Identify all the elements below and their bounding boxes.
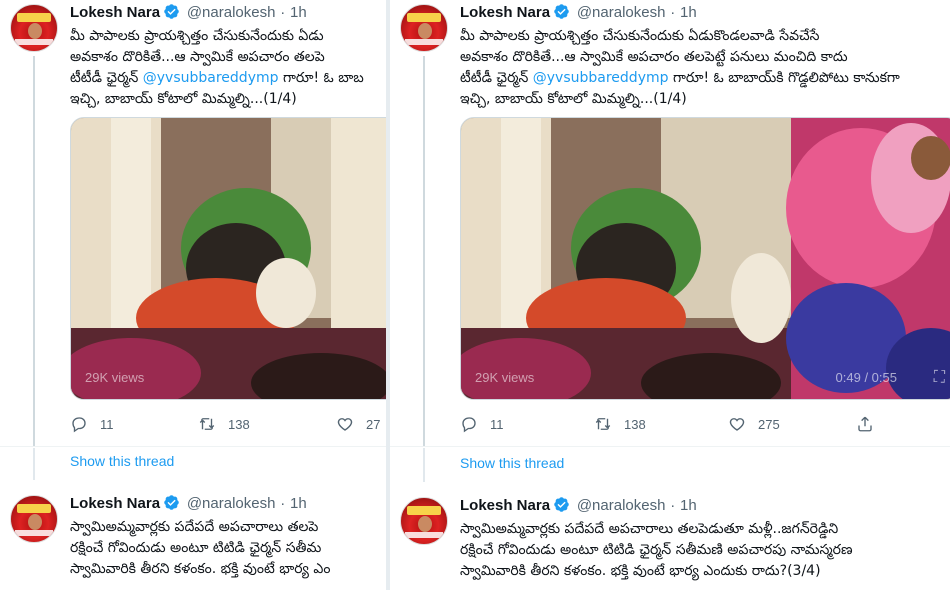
author-name[interactable]: Lokesh Nara (460, 497, 550, 514)
screenshot-canvas: Lokesh Nara @naralokesh · 1h మీ పాపాలకు … (0, 0, 950, 590)
author-handle[interactable]: @naralokesh (187, 4, 276, 21)
tweet-divider (390, 446, 950, 447)
like-count: 27 (366, 416, 381, 432)
tweet-text-line: టీటీడీ ఛైర్మన్ @yvsubbareddymp గారూ! ఓ బ… (70, 68, 386, 89)
tweet-2-right[interactable]: Lokesh Nara @naralokesh · 1h స్వామిఅమ్మవ… (390, 493, 950, 590)
left-tweet-panel: Lokesh Nara @naralokesh · 1h మీ పాపాలకు … (0, 0, 386, 590)
retweet-icon (595, 418, 611, 430)
retweet-icon (199, 418, 215, 430)
tweet-text-line: మీ పాపాలకు ప్రాయశ్చిత్తం చేసుకునేందుకు ఏ… (460, 28, 820, 44)
tweet-1-left[interactable]: Lokesh Nara @naralokesh · 1h మీ పాపాలకు … (0, 0, 386, 446)
like-icon (729, 418, 745, 431)
like-icon (337, 418, 353, 431)
reply-count: 11 (100, 416, 114, 432)
retweet-button[interactable]: 138 (198, 415, 336, 433)
fullscreen-icon[interactable]: ⛶ (934, 367, 945, 387)
mention-link[interactable]: @yvsubbareddymp (143, 70, 279, 86)
reply-icon (462, 417, 476, 433)
thread-connector-line (33, 56, 35, 446)
tweet-actions: 11 138 275 (460, 412, 874, 436)
thread-dots (423, 448, 425, 482)
verified-badge-icon (553, 3, 570, 25)
separator-dot: · (670, 4, 676, 21)
text-fragment: టీటీడీ ఛైర్మన్ (460, 70, 533, 86)
retweet-count: 138 (624, 416, 646, 432)
right-tweet-panel: Lokesh Nara @naralokesh · 1h మీ పాపాలకు … (386, 0, 950, 590)
text-fragment: టీటీడీ ఛైర్మన్ (70, 70, 143, 86)
tweet-header: Lokesh Nara @naralokesh · 1h (70, 2, 307, 25)
separator-dot: · (280, 495, 286, 512)
mention-link[interactable]: @yvsubbareddymp (533, 70, 669, 86)
video-frame (461, 118, 950, 399)
tweet-header: Lokesh Nara @naralokesh · 1h (460, 495, 697, 518)
tweet-text-line: స్వామివారికి తీరని కళంకం. భక్తి వుంటే భా… (460, 563, 821, 579)
author-avatar[interactable] (10, 495, 58, 543)
tweet-text: మీ పాపాలకు ప్రాయశ్చిత్తం చేసుకునేందుకు ఏ… (70, 26, 386, 110)
view-count: 29K views (475, 370, 535, 385)
tweet-time[interactable]: 1h (290, 4, 307, 21)
text-fragment: గారూ! ఓ బాబ (278, 70, 364, 86)
share-icon (858, 416, 872, 432)
tweet-text-line: స్వామివారికి తీరని కళంకం. భక్తి వుంటే భా… (70, 561, 331, 577)
retweet-count: 138 (228, 416, 250, 432)
verified-badge-icon (553, 496, 570, 518)
tweet-text-line: టీటీడీ ఛైర్మన్ @yvsubbareddymp గారూ! ఓ బ… (460, 68, 950, 89)
tweet-time[interactable]: 1h (680, 4, 697, 21)
thread-dots (33, 448, 35, 480)
verified-badge-icon (163, 3, 180, 25)
tweet-text-line: ఇచ్చి, బాబాయ్ కోటాలో మిమ్మల్ని...(1/4) (460, 91, 687, 107)
tweet-text: స్వామిఅమ్మవార్లకు పదేపదే అపచారాలు తలపె ర… (70, 517, 386, 580)
video-player[interactable]: 29K views (70, 117, 386, 400)
author-name[interactable]: Lokesh Nara (460, 4, 550, 21)
separator-dot: · (670, 497, 676, 514)
video-timecode: 0:49 / 0:55 (835, 370, 897, 385)
tweet-text-line: అవకాశం దొరికితే...ఆ స్వామికే అపచారం తలపె… (460, 49, 848, 65)
separator-dot: · (280, 4, 286, 21)
verified-badge-icon (163, 494, 180, 516)
text-fragment: గారూ! ఓ బాబాయ్‌కి గొడ్డలిపోటు కానుకగా (668, 70, 900, 86)
video-player[interactable]: 29K views 0:49 / 0:55 ⛶ (460, 117, 950, 400)
author-avatar[interactable] (400, 497, 448, 545)
reply-count: 11 (490, 416, 504, 432)
share-button[interactable] (856, 415, 874, 433)
author-name[interactable]: Lokesh Nara (70, 4, 160, 21)
tweet-header: Lokesh Nara @naralokesh · 1h (70, 493, 307, 516)
thread-connector-line (423, 56, 425, 446)
tweet-text-line: స్వామిఅమ్మవార్లకు పదేపదే అపచారాలు తలపె (70, 519, 319, 535)
tweet-2-left[interactable]: Lokesh Nara @naralokesh · 1h స్వామిఅమ్మవ… (0, 491, 386, 590)
show-thread-link[interactable]: Show this thread (460, 455, 564, 471)
like-count: 275 (758, 416, 780, 432)
tweet-text-line: అవకాశం దొరికితే...ఆ స్వామికే అపచారం తలపె (70, 49, 325, 65)
retweet-button[interactable]: 138 (594, 415, 728, 433)
reply-button[interactable]: 11 (70, 415, 198, 433)
author-handle[interactable]: @naralokesh (577, 497, 666, 514)
tweet-text-line: రక్షించే గోవిందుడు అంటూ టిటిడి ఛైర్మన్ స… (70, 540, 322, 556)
author-avatar[interactable] (400, 4, 448, 52)
tweet-text: మీ పాపాలకు ప్రాయశ్చిత్తం చేసుకునేందుకు ఏ… (460, 26, 950, 110)
author-name[interactable]: Lokesh Nara (70, 495, 160, 512)
reply-icon (72, 417, 86, 433)
tweet-text-line: మీ పాపాలకు ప్రాయశ్చిత్తం చేసుకునేందుకు ఏ… (70, 28, 324, 44)
author-avatar[interactable] (10, 4, 58, 52)
tweet-text-line: స్వామిఅమ్మవార్లకు పదేపదే అపచారాలు తలపెడు… (460, 521, 839, 537)
author-handle[interactable]: @naralokesh (577, 4, 666, 21)
reply-button[interactable]: 11 (460, 415, 594, 433)
tweet-time[interactable]: 1h (680, 497, 697, 514)
tweet-time[interactable]: 1h (290, 495, 307, 512)
like-button[interactable]: 27 (336, 415, 380, 433)
tweet-text: స్వామిఅమ్మవార్లకు పదేపదే అపచారాలు తలపెడు… (460, 519, 950, 582)
view-count: 29K views (85, 370, 145, 385)
tweet-actions: 11 138 27 (70, 412, 380, 436)
like-button[interactable]: 275 (728, 415, 856, 433)
tweet-text-line: రక్షించే గోవిందుడు అంటూ టిటిడి ఛైర్మన్ స… (460, 542, 853, 558)
tweet-text-line: ఇచ్చి, బాబాయ్ కోటాలో మిమ్మల్ని...(1/4) (70, 91, 297, 107)
tweet-divider (0, 446, 386, 447)
tweet-1-right[interactable]: Lokesh Nara @naralokesh · 1h మీ పాపాలకు … (390, 0, 950, 446)
video-frame (71, 118, 386, 399)
show-thread-link[interactable]: Show this thread (70, 453, 174, 469)
author-handle[interactable]: @naralokesh (187, 495, 276, 512)
tweet-header: Lokesh Nara @naralokesh · 1h (460, 2, 697, 25)
